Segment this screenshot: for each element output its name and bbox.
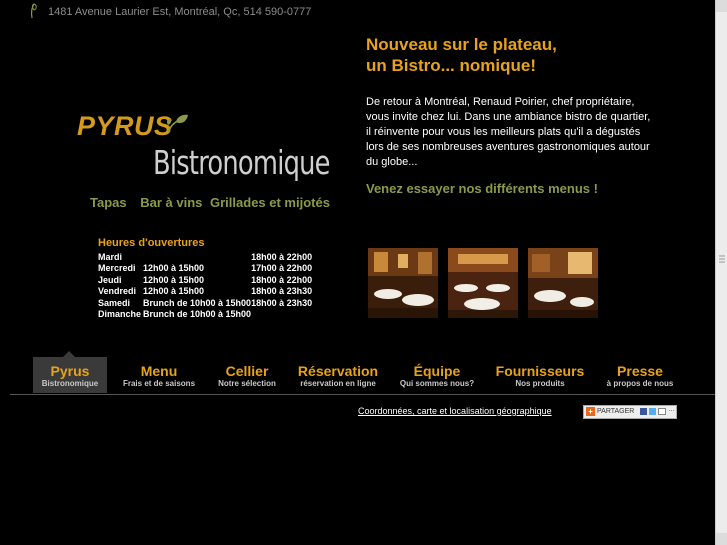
nav-divider — [10, 394, 717, 395]
nav-item-title: Menu — [140, 363, 178, 379]
hours-day: Dimanche — [98, 309, 142, 320]
nav-item-title: Cellier — [225, 363, 269, 379]
share-plus-icon: + — [586, 407, 595, 416]
facebook-icon[interactable] — [640, 408, 647, 415]
nav-item-subtitle: Bistronomique — [41, 379, 99, 388]
hours-row: Mardi 18h00 à 22h00 — [98, 251, 312, 263]
nav-item-fournisseurs[interactable]: Fournisseurs Nos produits — [491, 357, 589, 393]
hours-lunch: 12h00 à 15h00 — [143, 286, 205, 297]
headline-line-1: Nouveau sur le plateau, — [366, 35, 557, 54]
hours-day: Mercredi — [98, 263, 136, 274]
scroll-down-arrow-icon[interactable] — [716, 533, 727, 545]
restaurant-photo-3 — [528, 248, 598, 318]
hours-dinner — [251, 309, 312, 321]
logo-brand: PYRUS — [77, 111, 173, 141]
tagline: Tapas Bar à vins Grillades et mijotés — [90, 195, 340, 210]
nav-item-subtitle: Qui sommes nous? — [399, 379, 475, 388]
hours-lunch: 12h00 à 15h00 — [143, 263, 205, 274]
nav-item-subtitle: réservation en ligne — [300, 379, 376, 388]
nav-item-pyrus[interactable]: Pyrus Bistronomique — [33, 357, 107, 393]
hours-row: Mercredi 12h00 à 15h00 17h00 à 22h00 — [98, 263, 312, 275]
hours-row: Samedi Brunch de 10h00 à 15h00 18h00 à 23h… — [98, 297, 312, 309]
hours-row: Jeudi 12h00 à 15h00 18h00 à 22h00 — [98, 274, 312, 286]
nav-item-subtitle: à propos de nous — [606, 379, 674, 388]
hours-day: Vendredi — [98, 286, 137, 297]
invite-text: Venez essayer nos différents menus ! — [366, 181, 598, 196]
tagline-grillades: Grillades et mijotés — [210, 195, 330, 210]
headline: Nouveau sur le plateau, un Bistro... nom… — [366, 34, 557, 76]
scroll-grip-icon[interactable] — [717, 252, 727, 266]
hours-dinner: 18h00 à 23h30 — [251, 297, 313, 308]
hours-dinner: 18h00 à 22h00 — [251, 251, 313, 262]
nav-item-subtitle: Frais et de saisons — [122, 379, 196, 388]
nav-item-subtitle: Nos produits — [515, 379, 565, 388]
twitter-icon[interactable] — [649, 408, 656, 415]
scroll-up-arrow-icon[interactable] — [716, 0, 727, 12]
hours-day: Samedi — [98, 297, 131, 308]
hours-lunch: Brunch de 10h00 à 15h00 — [143, 309, 252, 320]
email-icon[interactable] — [658, 408, 666, 415]
hours-row: Dimanche Brunch de 10h00 à 15h00 — [98, 309, 312, 321]
nav-item-equipe[interactable]: Équipe Qui sommes nous? — [393, 357, 481, 393]
hours-row: Vendredi 12h00 à 15h00 18h00 à 23h30 — [98, 286, 312, 298]
hours-day: Mardi — [98, 251, 123, 262]
tagline-bar-a-vins: Bar à vins — [140, 195, 203, 210]
headline-line-2: un Bistro... nomique! — [366, 56, 536, 75]
tagline-tapas: Tapas — [90, 195, 127, 210]
hours-day: Jeudi — [98, 274, 122, 285]
share-button[interactable]: + PARTAGER … — [583, 405, 677, 419]
logo-subtitle: Bistronomique — [153, 143, 330, 182]
nav-item-title: Fournisseurs — [495, 363, 585, 379]
nav-item-title: Équipe — [413, 363, 461, 379]
nav-item-presse[interactable]: Presse à propos de nous — [599, 357, 681, 393]
hours-dinner: 18h00 à 23h30 — [251, 286, 313, 297]
hours-lunch — [143, 251, 251, 263]
nav-item-cellier[interactable]: Cellier Notre sélection — [211, 357, 283, 393]
nav-item-menu[interactable]: Menu Frais et de saisons — [117, 357, 201, 393]
nav-item-subtitle: Notre sélection — [218, 379, 276, 388]
share-label: PARTAGER — [597, 408, 635, 415]
header-address: 1481 Avenue Laurier Est, Montréal, Qc, 5… — [48, 6, 312, 18]
coordinates-link[interactable]: Coordonnées, carte et localisation géogr… — [358, 406, 552, 416]
intro-text: De retour à Montréal, Renaud Poirier, ch… — [366, 96, 651, 168]
hours-lunch: 12h00 à 15h00 — [143, 274, 205, 285]
nav-item-title: Réservation — [297, 363, 379, 379]
hours-table: Mardi 18h00 à 22h00 Mercredi 12h00 à 15h00 1… — [98, 251, 312, 320]
hours-dinner: 17h00 à 22h00 — [251, 263, 313, 274]
hours-lunch: Brunch de 10h00 à 15h00 — [143, 297, 252, 308]
page-scrollbar[interactable] — [715, 0, 727, 545]
pyrus-leaf-mark-icon — [31, 3, 37, 19]
restaurant-photo-1 — [368, 248, 438, 318]
restaurant-photo-2 — [448, 248, 518, 318]
pyrus-leaf-icon — [166, 114, 188, 134]
hours-dinner: 18h00 à 22h00 — [251, 274, 313, 285]
nav-item-title: Pyrus — [50, 363, 90, 379]
more-dots-icon[interactable]: … — [668, 406, 675, 413]
hours-title: Heures d'ouvertures — [98, 237, 205, 249]
nav-item-reservation[interactable]: Réservation réservation en ligne — [293, 357, 383, 393]
main-navigation: Pyrus Bistronomique Menu Frais et de sai… — [0, 357, 727, 397]
nav-item-title: Presse — [617, 363, 663, 379]
